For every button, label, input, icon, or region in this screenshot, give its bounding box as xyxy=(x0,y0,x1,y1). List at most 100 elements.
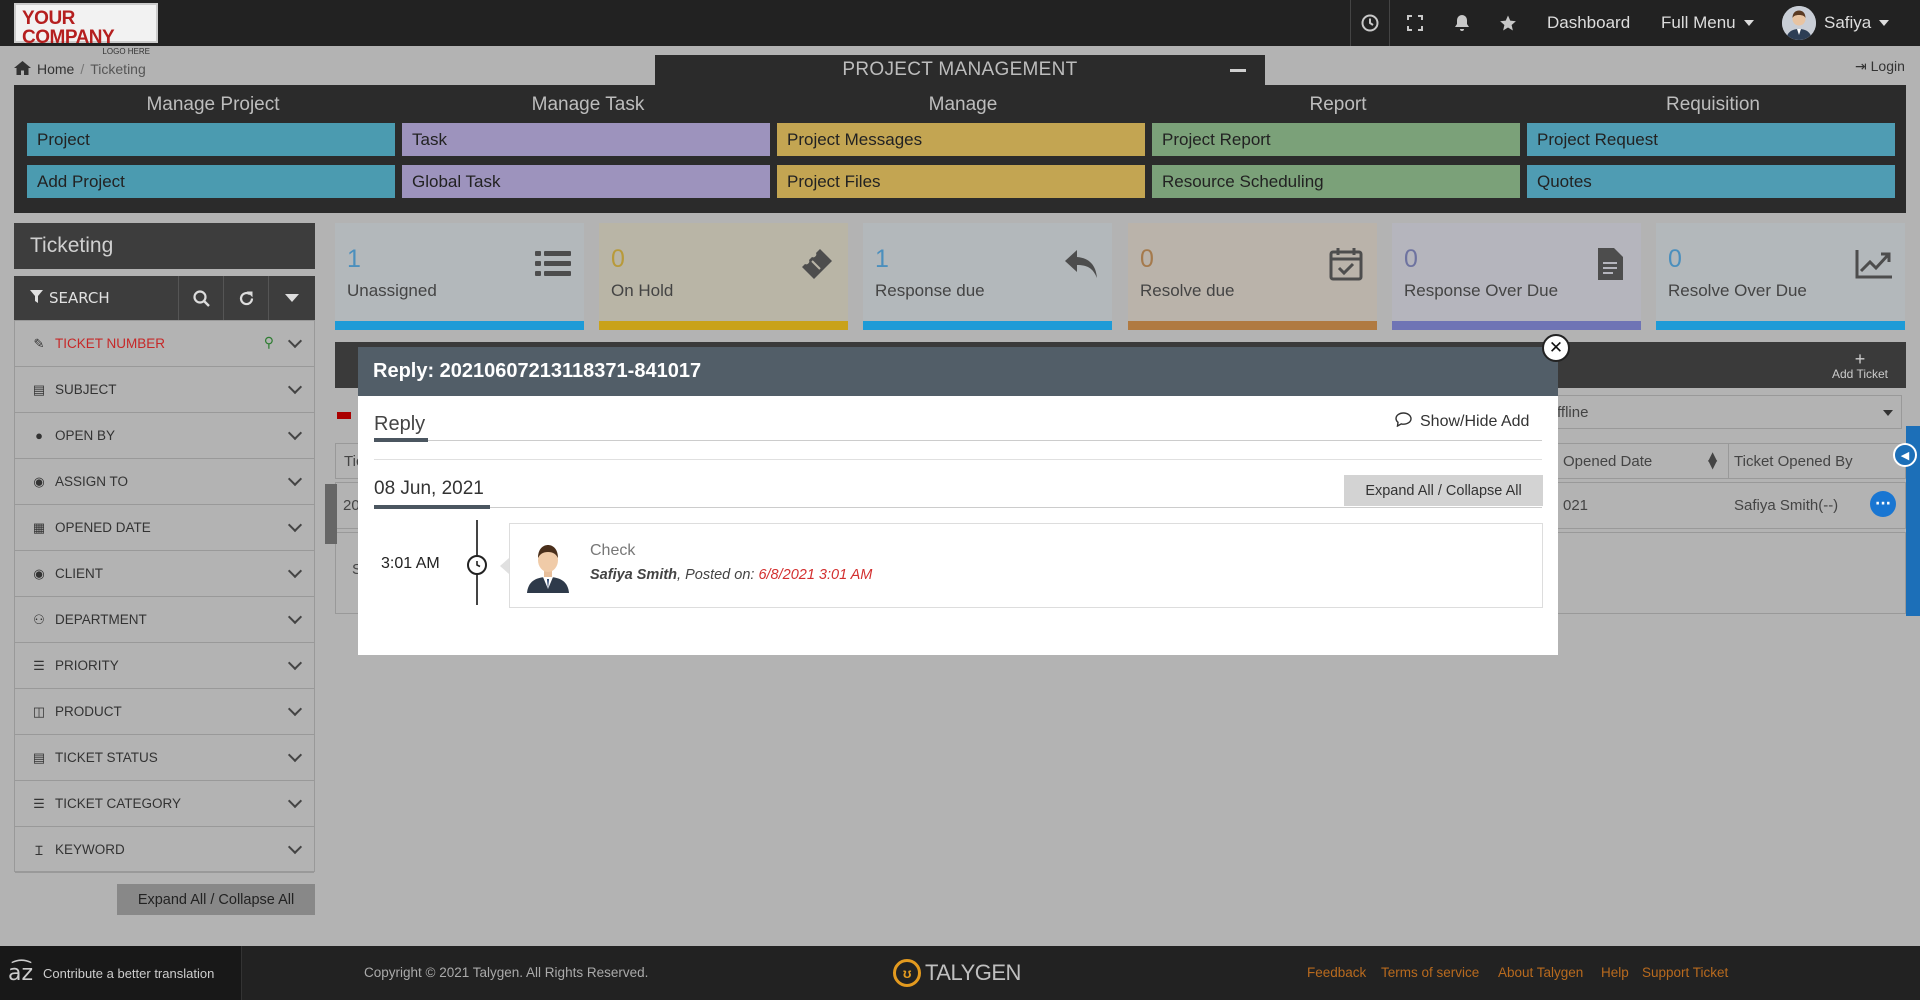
user-menu[interactable]: Safiya xyxy=(1824,0,1890,46)
arrow-left-icon[interactable]: ◀ xyxy=(1893,443,1917,467)
chevron-down-icon[interactable] xyxy=(287,701,303,717)
stat-bar xyxy=(335,321,584,330)
footer-link[interactable]: Support Ticket xyxy=(1642,965,1728,980)
full-menu-label: Full Menu xyxy=(1661,13,1736,32)
add-ticket-label: Add Ticket xyxy=(1831,367,1889,381)
expand-collapse-button[interactable]: Expand All / Collapse All xyxy=(1344,475,1543,506)
filter-product[interactable]: ◫ PRODUCT xyxy=(15,689,314,735)
filter-open-by[interactable]: ● OPEN BY xyxy=(15,413,314,459)
chevron-down-icon[interactable] xyxy=(287,655,303,671)
filter-subject[interactable]: ▤ SUBJECT xyxy=(15,367,314,413)
show-hide-add-toggle[interactable]: Show/Hide Add xyxy=(1395,412,1529,432)
project-management-title: PROJECT MANAGEMENT xyxy=(655,55,1265,85)
stat-value: 0 xyxy=(1140,245,1154,273)
stat-value: 0 xyxy=(611,245,625,273)
minimize-icon[interactable] xyxy=(1229,55,1247,85)
footer-link[interactable]: Terms of service xyxy=(1381,965,1479,980)
bell-icon[interactable] xyxy=(1440,0,1484,46)
chevron-down-icon[interactable] xyxy=(287,609,303,625)
stat-card[interactable]: 1 Unassigned xyxy=(335,223,584,330)
expand-collapse-button[interactable]: Expand All / Collapse All xyxy=(117,884,315,915)
talygen-logo-icon: ʊ xyxy=(893,959,921,987)
star-icon[interactable] xyxy=(1486,0,1530,46)
fullscreen-icon[interactable] xyxy=(1393,0,1437,46)
filter-ticket-category[interactable]: ☰ TICKET CATEGORY xyxy=(15,781,314,827)
filter-ticket-number[interactable]: ✎ TICKET NUMBER ⚲ xyxy=(15,321,314,367)
filter-label: PRIORITY xyxy=(55,658,119,673)
filter-keyword[interactable]: Ɪ KEYWORD xyxy=(15,827,314,873)
pm-menu-item[interactable]: Quotes xyxy=(1527,165,1895,198)
chevron-down-icon[interactable] xyxy=(287,563,303,579)
stat-card[interactable]: 0 Resolve due xyxy=(1128,223,1377,330)
chevron-down-icon[interactable] xyxy=(287,379,303,395)
add-ticket-button[interactable]: + Add Ticket xyxy=(1820,345,1900,387)
chevron-down-icon[interactable] xyxy=(287,517,303,533)
pm-column-heading: Requisition xyxy=(1666,94,1760,115)
chevron-down-icon[interactable] xyxy=(287,747,303,763)
search-icon[interactable] xyxy=(179,276,224,320)
chevron-down-icon[interactable] xyxy=(287,425,303,441)
pm-menu-item[interactable]: Project Messages xyxy=(777,123,1145,156)
home-icon[interactable] xyxy=(14,60,31,78)
chevron-down-icon[interactable] xyxy=(287,793,303,809)
footer-link[interactable]: Help xyxy=(1601,965,1629,980)
row-actions-button[interactable]: ··· xyxy=(1870,491,1896,517)
stat-card[interactable]: 0 Response Over Due xyxy=(1392,223,1641,330)
close-icon[interactable]: ✕ xyxy=(1542,334,1570,362)
status-select[interactable]: ffline xyxy=(1550,395,1902,429)
column-divider xyxy=(1728,444,1729,478)
translate-link[interactable]: a͡z Contribute a better translation xyxy=(0,946,242,1000)
pm-menu-item[interactable]: Resource Scheduling xyxy=(1152,165,1520,198)
dashboard-link[interactable]: Dashboard xyxy=(1547,0,1630,46)
full-menu-dropdown[interactable]: Full Menu xyxy=(1661,0,1754,46)
filter-priority[interactable]: ☰ PRIORITY xyxy=(15,643,314,689)
pm-menu-item[interactable]: Add Project xyxy=(27,165,395,198)
login-link[interactable]: ⇥ Login xyxy=(1855,58,1905,75)
column-header-opened-date[interactable]: Opened Date xyxy=(1563,453,1652,470)
pm-menu-item[interactable]: Task xyxy=(402,123,770,156)
chevron-down-icon[interactable] xyxy=(287,839,303,855)
document-icon: ▤ xyxy=(32,381,46,397)
stat-bar xyxy=(599,321,848,330)
posted-on-label: , Posted on: xyxy=(677,567,755,583)
footer-link[interactable]: About Talygen xyxy=(1498,965,1583,980)
pm-menu-item[interactable]: Project Files xyxy=(777,165,1145,198)
footer-link[interactable]: Feedback xyxy=(1307,965,1366,980)
pm-menu-item[interactable]: Project xyxy=(27,123,395,156)
timeline-time: 3:01 AM xyxy=(381,555,440,572)
sort-icon[interactable]: ▲ ▼ xyxy=(1708,450,1717,470)
pm-menu-item[interactable]: Project Report xyxy=(1152,123,1520,156)
stat-card[interactable]: 0 On Hold xyxy=(599,223,848,330)
stat-card[interactable]: 0 Resolve Over Due xyxy=(1656,223,1905,330)
filter-department[interactable]: ⚇ DEPARTMENT xyxy=(15,597,314,643)
stat-label: Resolve due xyxy=(1140,281,1235,300)
stat-card[interactable]: 1 Response due xyxy=(863,223,1112,330)
pm-column-heading: Manage Project xyxy=(146,94,280,115)
filter-label: PRODUCT xyxy=(55,704,122,719)
filter-assign-to[interactable]: ◉ ASSIGN TO xyxy=(15,459,314,505)
chevron-down-icon[interactable] xyxy=(287,471,303,487)
breadcrumb-home[interactable]: Home xyxy=(37,61,74,77)
refresh-icon[interactable] xyxy=(224,276,269,320)
opened-by-cell: Safiya Smith(--) xyxy=(1734,497,1839,514)
company-logo[interactable]: YOUR COMPANY LOGO HERE xyxy=(14,3,158,56)
sidebar-title: Ticketing xyxy=(14,223,315,269)
users-icon: ⚇ xyxy=(33,611,45,627)
filter-ticket-status[interactable]: ▤ TICKET STATUS xyxy=(15,735,314,781)
user-avatar[interactable] xyxy=(1782,6,1816,40)
filter-client[interactable]: ◉ CLIENT xyxy=(15,551,314,597)
chevron-down-icon[interactable] xyxy=(287,333,303,349)
search-toggle[interactable]: SEARCH xyxy=(14,276,179,320)
sidebar-collapse-handle[interactable] xyxy=(325,484,337,544)
column-header-opened-by[interactable]: Ticket Opened By xyxy=(1734,453,1853,470)
clock-icon[interactable] xyxy=(1348,0,1392,46)
caret-down-icon[interactable] xyxy=(269,276,314,320)
file-icon xyxy=(1591,245,1629,283)
breadcrumb-current: Ticketing xyxy=(90,61,146,77)
calendar-icon: ▦ xyxy=(32,519,46,535)
search-icon[interactable]: ⚲ xyxy=(264,334,274,351)
caret-down-icon xyxy=(1743,20,1754,26)
pm-menu-item[interactable]: Project Request xyxy=(1527,123,1895,156)
filter-opened-date[interactable]: ▦ OPENED DATE xyxy=(15,505,314,551)
pm-menu-item[interactable]: Global Task xyxy=(402,165,770,198)
